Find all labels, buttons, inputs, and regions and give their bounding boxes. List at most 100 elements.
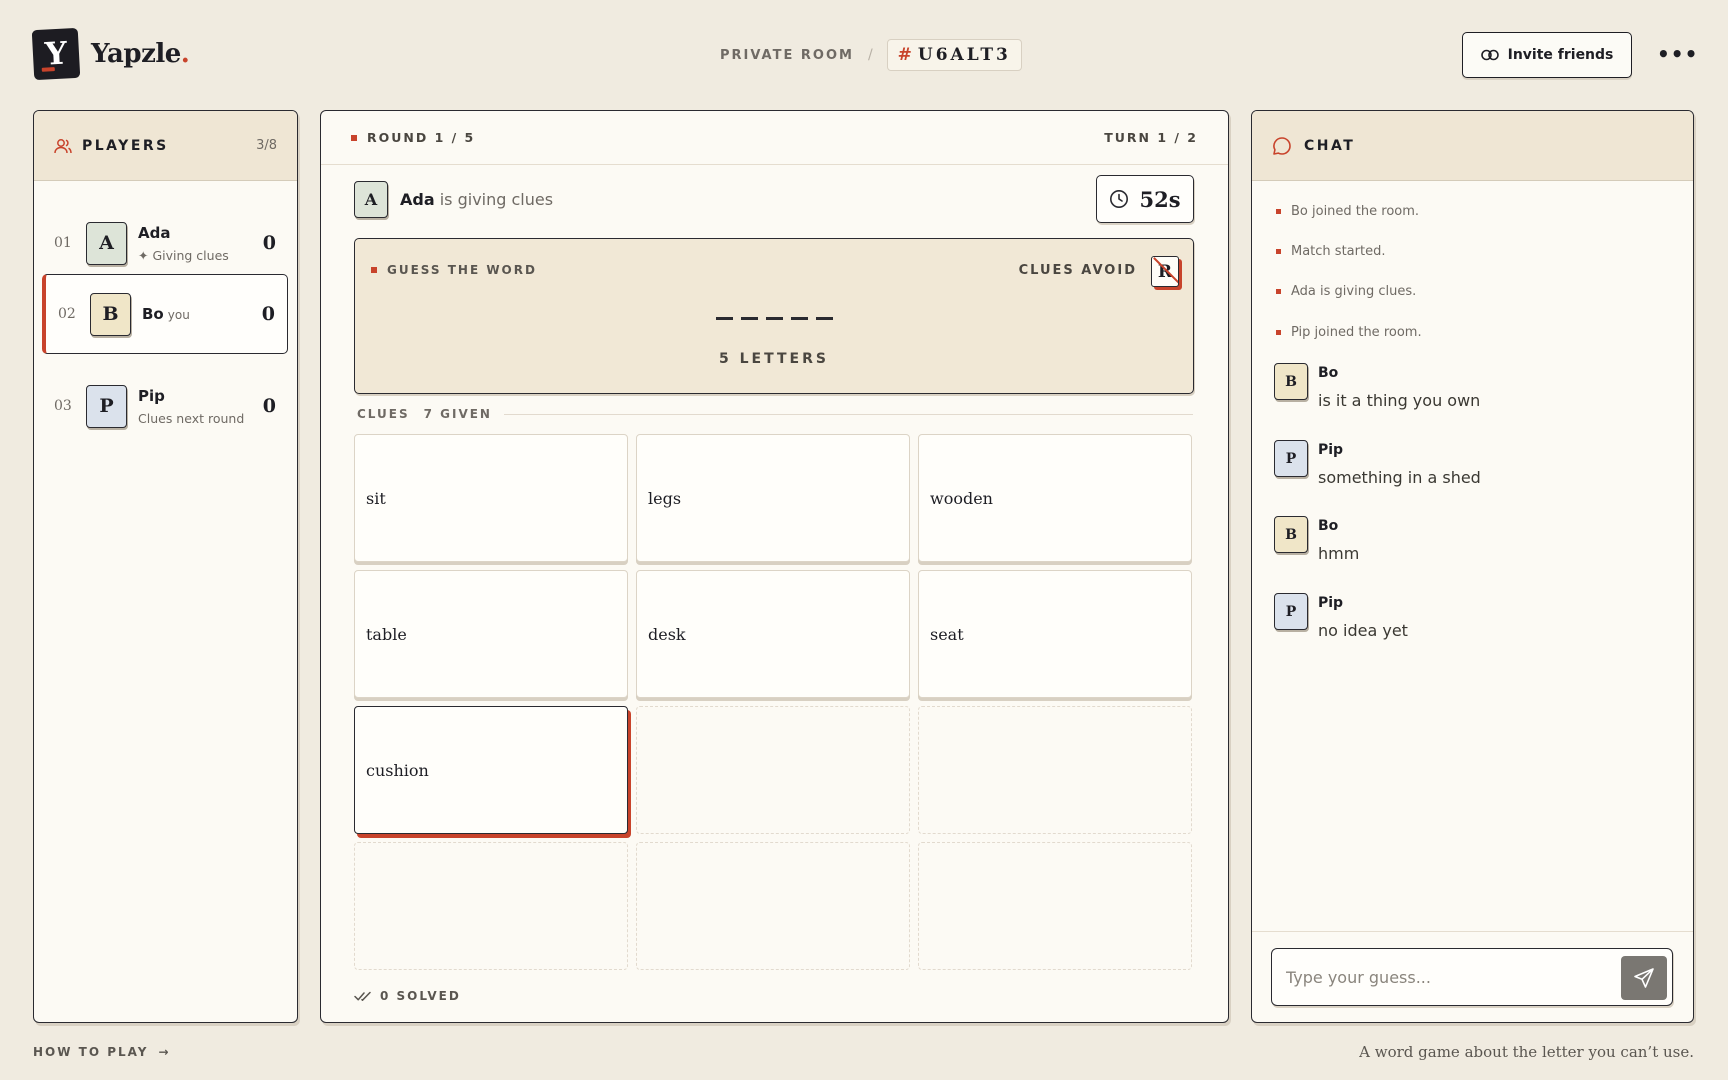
room-code-badge[interactable]: # U6ALT3 (886, 39, 1022, 71)
how-to-play-link[interactable]: HOW TO PLAY → (33, 1045, 171, 1059)
system-marker (1276, 209, 1281, 214)
message-author: Bo (1318, 365, 1339, 381)
clue-slot-empty (636, 842, 910, 970)
chat-panel: CHAT Bo joined the room. Match started. … (1251, 110, 1694, 1023)
player-name: Ada (138, 223, 171, 242)
room-code: U6ALT3 (917, 45, 1011, 65)
player-status: ✦ Giving clues (138, 247, 229, 263)
message-text: hmm (1318, 544, 1360, 563)
message-text: something in a shed (1318, 468, 1481, 487)
you-tag: you (167, 308, 190, 322)
system-text: Ada is giving clues. (1291, 284, 1417, 299)
chat-message: B Bo is it a thing you own (1274, 363, 1480, 410)
chat-footer (1252, 931, 1693, 1022)
chat-bubble-icon (1273, 136, 1291, 155)
chat-message: B Bo hmm (1274, 516, 1359, 563)
clue-card-latest: cushion (354, 706, 628, 834)
clue-giver: A Ada is giving clues (354, 181, 553, 218)
clues-label: CLUES (357, 407, 410, 421)
round-bar: ROUND 1 / 5 TURN 1 / 2 (321, 111, 1228, 165)
tagline: A word game about the letter you can’t u… (1359, 1043, 1694, 1061)
guess-input-box (1271, 948, 1673, 1006)
avatar: B (1274, 516, 1308, 553)
secret-word-box: GUESS THE WORD CLUES AVOID R 5 LETTERS (354, 238, 1194, 394)
arrow-right-icon: → (158, 1045, 171, 1059)
clues-header: CLUES 7 GIVEN (357, 407, 1193, 421)
send-button[interactable] (1621, 956, 1667, 1000)
giver-status: Ada is giving clues (400, 190, 553, 209)
chat-message: P Pip something in a shed (1274, 440, 1481, 487)
users-icon (54, 138, 72, 153)
clue-card: sit (354, 434, 628, 562)
message-author: Bo (1318, 518, 1339, 534)
timer-value: 52s (1139, 186, 1181, 212)
clue-grid: sit legs wooden table desk seat cushion (354, 434, 1194, 970)
player-number: 02 (58, 306, 76, 322)
link-icon (1480, 49, 1499, 61)
avatar: B (90, 292, 131, 336)
send-icon (1634, 968, 1654, 988)
player-name: Pip (138, 386, 165, 405)
invite-friends-button[interactable]: Invite friends (1462, 32, 1632, 78)
avatar: P (1274, 440, 1308, 477)
system-text: Match started. (1291, 244, 1386, 259)
avatar: A (86, 221, 127, 265)
word-blanks (355, 317, 1193, 320)
player-score: 0 (262, 232, 276, 254)
system-message: Pip joined the room. (1276, 325, 1422, 340)
system-message: Match started. (1276, 244, 1385, 259)
more-options-icon[interactable]: ••• (1657, 42, 1698, 66)
chat-message: P Pip no idea yet (1274, 593, 1408, 640)
system-marker (1276, 289, 1281, 294)
player-status: Clues next round (138, 410, 245, 426)
letter-blank (815, 317, 833, 320)
room-separator: / (867, 47, 873, 63)
message-text: is it a thing you own (1318, 391, 1481, 410)
giver-name: Ada (400, 190, 435, 209)
player-row-you[interactable]: 02 B Bo you 0 (42, 274, 288, 354)
clue-card: wooden (918, 434, 1192, 562)
player-number: 03 (54, 398, 72, 414)
clue-slot-empty (918, 842, 1192, 970)
room-hash: # (897, 45, 912, 65)
letter-blank (790, 317, 808, 320)
solved-status: 0 SOLVED (354, 989, 461, 1003)
avatar: B (1274, 363, 1308, 400)
system-text: Pip joined the room. (1291, 325, 1422, 340)
double-check-icon (354, 991, 371, 1001)
clue-slot-empty (354, 842, 628, 970)
letter-blank (765, 317, 783, 320)
giver-suffix: is giving clues (434, 190, 554, 209)
logo-dot: . (180, 39, 190, 69)
clue-slot-empty (918, 706, 1192, 834)
player-score: 0 (261, 303, 275, 325)
clue-card: legs (636, 434, 910, 562)
player-row[interactable]: 03 P Pip Clues next round 0 (42, 366, 288, 446)
guess-label-row: GUESS THE WORD (371, 263, 537, 277)
guess-label: GUESS THE WORD (387, 263, 537, 277)
turn-indicator: TURN 1 / 2 (1104, 130, 1198, 145)
round-marker (351, 134, 357, 141)
avatar: P (86, 384, 127, 428)
system-message: Bo joined the room. (1276, 204, 1419, 219)
clues-divider (503, 413, 1193, 415)
message-author: Pip (1318, 442, 1344, 458)
guess-marker (371, 267, 377, 273)
chat-header: CHAT (1252, 111, 1693, 181)
clue-card: table (354, 570, 628, 698)
players-header: PLAYERS 3/8 (34, 111, 297, 181)
avatar: P (1274, 593, 1308, 630)
guess-input[interactable] (1286, 949, 1606, 1005)
app-logo[interactable]: Y Yapzle. (31, 27, 190, 81)
player-row[interactable]: 01 A Ada ✦ Giving clues 0 (42, 203, 288, 283)
system-marker (1276, 249, 1281, 254)
system-text: Bo joined the room. (1291, 204, 1420, 219)
forbidden-letter-tile: R (1151, 256, 1179, 287)
player-number: 01 (54, 235, 72, 251)
players-count: 3/8 (256, 138, 277, 153)
app-name-text: Yapzle (91, 39, 181, 69)
how-to-play-label: HOW TO PLAY (33, 1045, 149, 1059)
room-info: PRIVATE ROOM / # U6ALT3 (720, 39, 1022, 71)
clock-icon (1110, 190, 1129, 208)
logo-mark: Y (31, 27, 81, 81)
